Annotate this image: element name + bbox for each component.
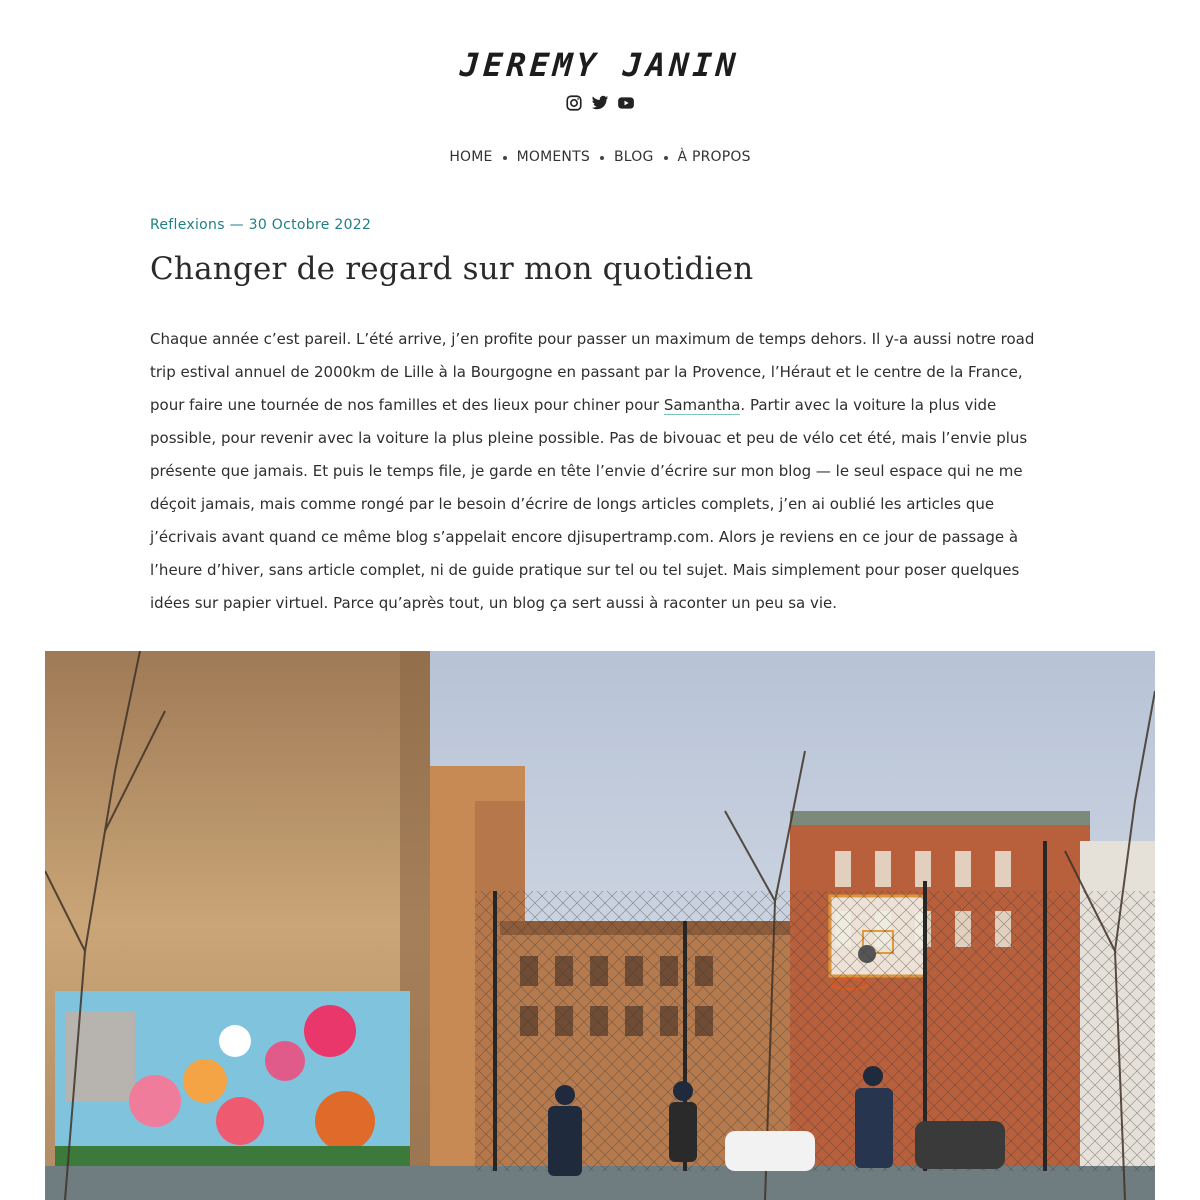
meta-separator: — bbox=[229, 217, 249, 233]
nav-separator bbox=[599, 156, 604, 160]
nav-item-home[interactable]: HOME bbox=[449, 149, 492, 165]
post-body: Chaque année c’est pareil. L’été arrive,… bbox=[150, 323, 1050, 620]
nav-item-blog[interactable]: BLOG bbox=[614, 149, 654, 165]
twitter-icon[interactable] bbox=[591, 94, 609, 112]
samantha-link[interactable]: Samantha bbox=[663, 396, 741, 415]
youtube-icon[interactable] bbox=[617, 94, 635, 112]
blog-post: Reflexions — 30 Octobre 2022 Changer de … bbox=[150, 217, 1050, 620]
post-body-text-end: . Partir avec la voiture la plus vide po… bbox=[150, 396, 1028, 612]
post-meta: Reflexions — 30 Octobre 2022 bbox=[150, 217, 1050, 233]
post-title: Changer de regard sur mon quotidien bbox=[150, 251, 754, 287]
hero-photo bbox=[45, 651, 1155, 1200]
nav-separator bbox=[663, 156, 668, 160]
site-header: JEREMY JANIN bbox=[0, 0, 1200, 112]
post-category-link[interactable]: Reflexions bbox=[150, 217, 225, 233]
site-logo[interactable]: JEREMY JANIN bbox=[459, 46, 741, 84]
instagram-icon[interactable] bbox=[565, 94, 583, 112]
nav-item-a-propos[interactable]: À PROPOS bbox=[678, 149, 751, 165]
social-links bbox=[0, 94, 1200, 112]
nav-item-moments[interactable]: MOMENTS bbox=[517, 149, 590, 165]
main-nav: HOME MOMENTS BLOG À PROPOS bbox=[0, 149, 1200, 165]
nav-separator bbox=[502, 156, 507, 160]
post-date: 30 Octobre 2022 bbox=[248, 217, 372, 233]
